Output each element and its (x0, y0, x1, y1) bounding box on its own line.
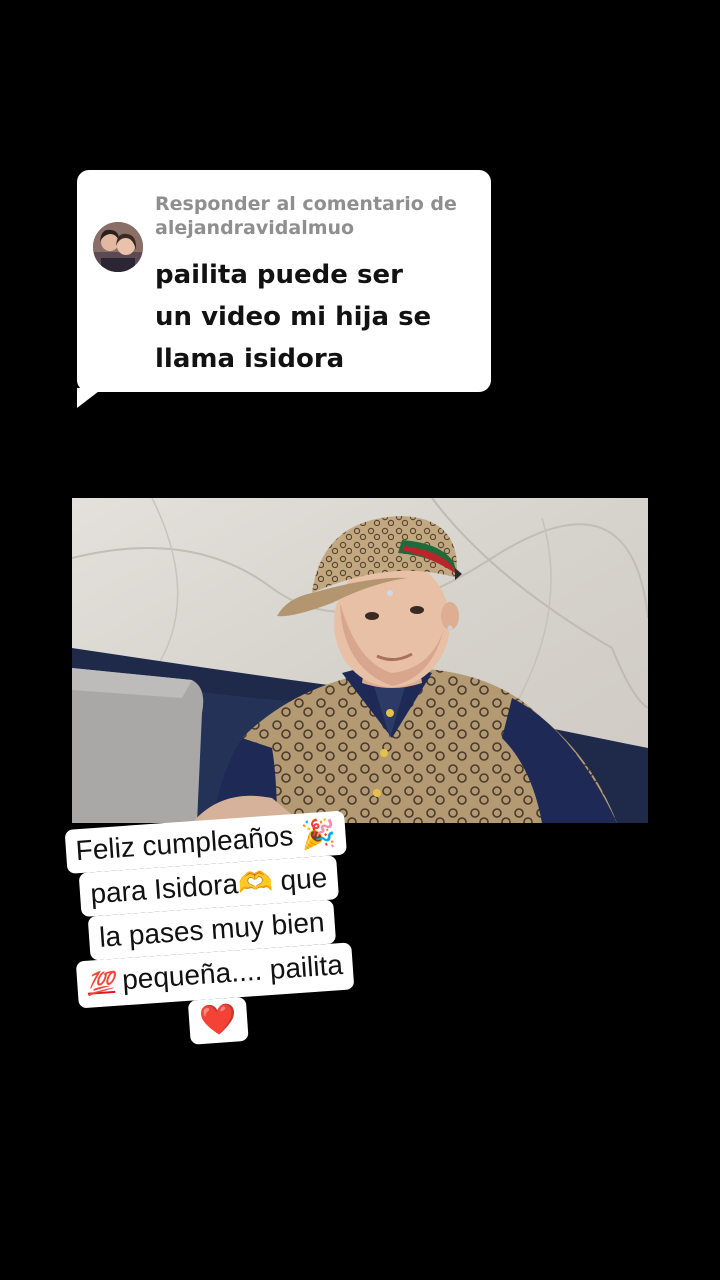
reply-comment-sticker[interactable]: Responder al comentario de alejandravida… (77, 170, 491, 392)
reply-username[interactable]: alejandravidalmuo (155, 216, 475, 240)
video-screen: Responder al comentario de alejandravida… (0, 0, 720, 1280)
reply-header-label: Responder al comentario de (155, 193, 457, 215)
red-heart-icon: ❤️ (198, 1001, 239, 1040)
heart-hands-icon: 🫶 (236, 864, 274, 901)
avatar[interactable] (93, 222, 143, 272)
reply-bubble-tail (77, 388, 103, 408)
caption-overlay: Feliz cumpleaños 🎉 para Isidora🫶 que la … (35, 808, 390, 1054)
reply-header: Responder al comentario de alejandravida… (155, 192, 475, 240)
party-popper-icon: 🎉 (299, 816, 337, 852)
hundred-points-icon: 💯 (86, 970, 116, 998)
caption-line-5: ❤️ (188, 996, 249, 1045)
reply-comment-text: pailita puede ser un video mi hija se ll… (155, 260, 432, 374)
video-frame[interactable] (72, 498, 648, 823)
